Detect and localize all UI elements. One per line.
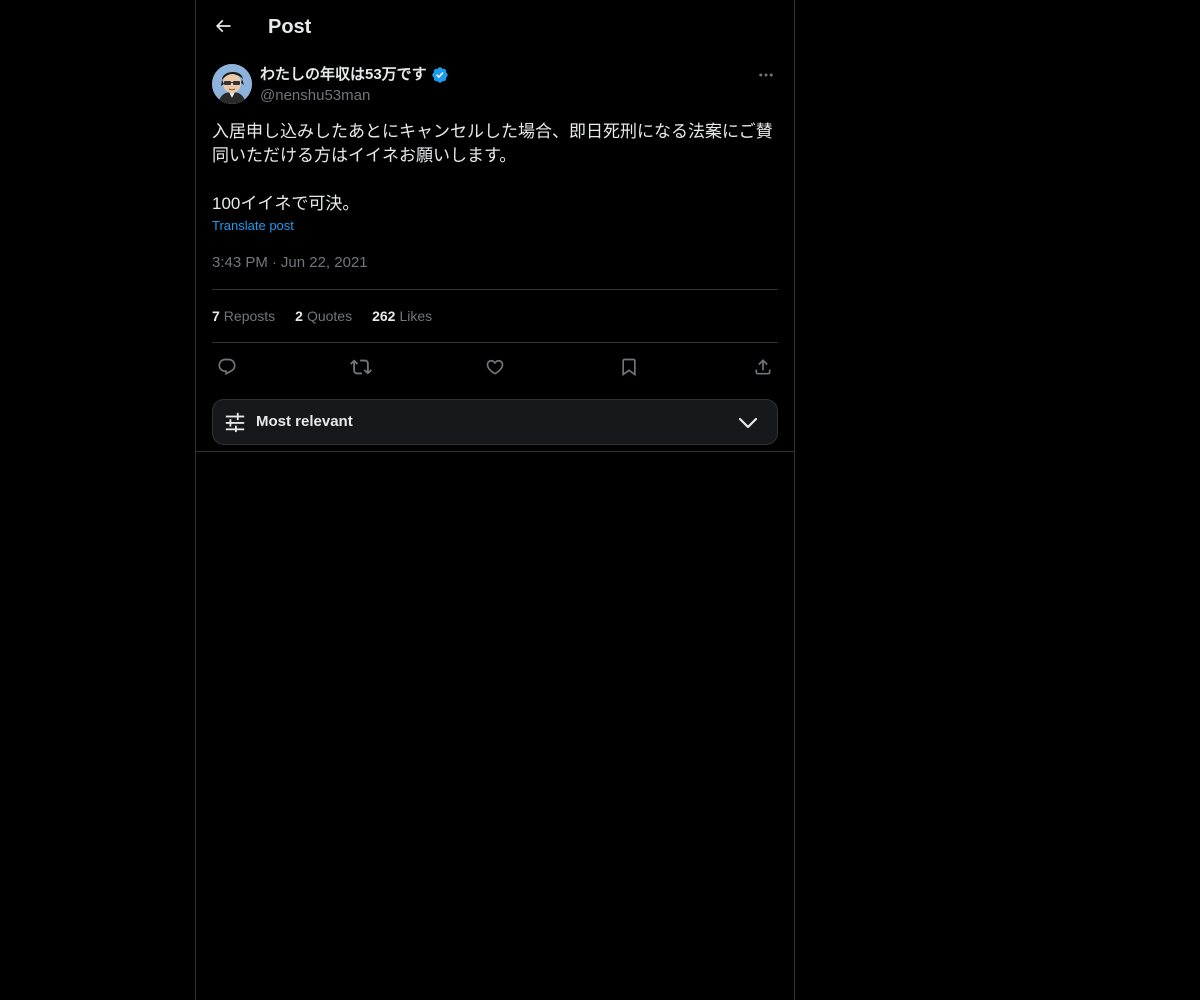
stats-row: 7 Reposts 2 Quotes 262 Likes bbox=[212, 290, 778, 342]
translate-post-link[interactable]: Translate post bbox=[212, 218, 294, 234]
share-button[interactable] bbox=[751, 355, 775, 379]
post: わたしの年収は53万です @nenshu53man 入居申し込みしたあとにキャン… bbox=[212, 64, 778, 445]
reply-icon bbox=[217, 357, 237, 377]
post-text: 入居申し込みしたあとにキャンセルした場合、即日死刑になる法案にご賛同いただける方… bbox=[212, 122, 773, 213]
post-time[interactable]: 3:43 PM bbox=[212, 253, 268, 273]
share-icon bbox=[753, 357, 773, 377]
replies-sort-dropdown[interactable]: Most relevant bbox=[212, 399, 778, 445]
back-arrow-icon bbox=[213, 16, 233, 36]
likes-count: 262 bbox=[372, 308, 396, 324]
avatar[interactable] bbox=[212, 64, 252, 104]
likes-stat[interactable]: 262 Likes bbox=[372, 308, 432, 324]
reply-button[interactable] bbox=[215, 355, 239, 379]
reposts-stat[interactable]: 7 Reposts bbox=[212, 308, 275, 324]
reposts-label: Reposts bbox=[223, 308, 276, 324]
author-name[interactable]: わたしの年収は53万です bbox=[260, 65, 427, 85]
post-date[interactable]: Jun 22, 2021 bbox=[281, 253, 368, 273]
like-icon bbox=[485, 357, 505, 377]
author-name-wrap: わたしの年収は53万です bbox=[260, 65, 449, 85]
timestamp-separator: · bbox=[271, 254, 277, 271]
bookmark-icon bbox=[619, 357, 639, 377]
author-handle[interactable]: @nenshu53man bbox=[260, 86, 370, 106]
top-bar: Post bbox=[196, 0, 794, 53]
bookmark-button[interactable] bbox=[617, 355, 641, 379]
sliders-icon bbox=[224, 411, 246, 433]
chevron-down-icon bbox=[737, 413, 759, 433]
like-button[interactable] bbox=[483, 355, 507, 379]
verified-badge-icon[interactable] bbox=[431, 66, 449, 84]
more-dots-icon bbox=[757, 66, 775, 84]
sort-label: Most relevant bbox=[256, 413, 353, 430]
post-author-row: わたしの年収は53万です @nenshu53man bbox=[212, 64, 778, 108]
actions-row bbox=[212, 343, 778, 391]
repost-button[interactable] bbox=[349, 355, 373, 379]
quotes-stat[interactable]: 2 Quotes bbox=[295, 308, 352, 324]
timestamp-row: 3:43 PM · Jun 22, 2021 bbox=[212, 253, 778, 273]
quotes-label: Quotes bbox=[306, 308, 353, 324]
reposts-count: 7 bbox=[212, 308, 220, 324]
more-options-button[interactable] bbox=[754, 64, 778, 86]
page-title: Post bbox=[268, 16, 312, 38]
likes-label: Likes bbox=[399, 308, 433, 324]
repost-icon bbox=[350, 356, 372, 378]
divider bbox=[196, 451, 794, 452]
back-button[interactable] bbox=[206, 9, 240, 43]
quotes-count: 2 bbox=[295, 308, 303, 324]
main-column: Post わたしの年収は53万です @nenshu53man 入居申し込みしたあ… bbox=[195, 0, 795, 1000]
